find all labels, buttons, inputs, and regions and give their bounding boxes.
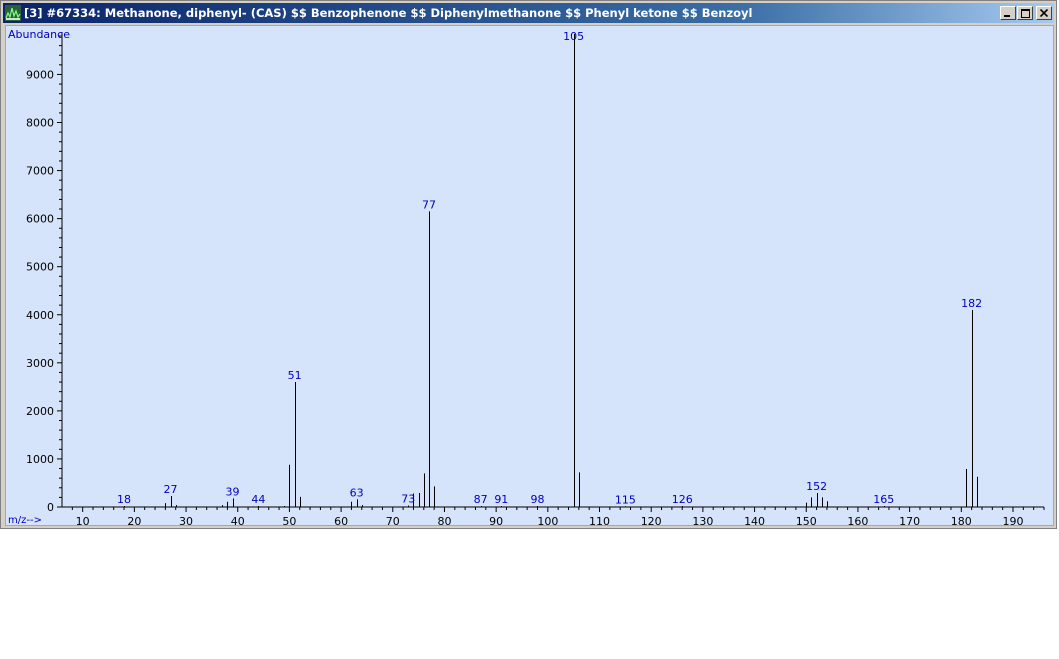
x-axis-label: m/z--> bbox=[8, 515, 42, 525]
x-tick-label: 160 bbox=[847, 515, 868, 525]
minimize-icon[interactable] bbox=[1000, 6, 1016, 20]
y-axis-label: Abundance bbox=[8, 28, 70, 41]
peak-label: 27 bbox=[164, 483, 178, 496]
x-tick-label: 10 bbox=[76, 515, 90, 525]
y-tick-label: 5000 bbox=[26, 261, 54, 274]
peak-label: 126 bbox=[672, 493, 693, 506]
x-tick-label: 170 bbox=[899, 515, 920, 525]
x-tick-label: 80 bbox=[437, 515, 451, 525]
y-tick-label: 9000 bbox=[26, 68, 54, 81]
x-tick-label: 30 bbox=[179, 515, 193, 525]
y-tick-label: 2000 bbox=[26, 405, 54, 418]
y-tick-label: 0 bbox=[47, 501, 54, 514]
peak-label: 73 bbox=[401, 493, 415, 506]
x-tick-label: 140 bbox=[744, 515, 765, 525]
x-tick-label: 60 bbox=[334, 515, 348, 525]
y-tick-label: 6000 bbox=[26, 213, 54, 226]
peak-label: 44 bbox=[251, 493, 265, 506]
peaks-layer bbox=[124, 34, 978, 507]
peak-label: 98 bbox=[530, 493, 544, 506]
peak-label: 63 bbox=[350, 486, 364, 499]
peak-label: 91 bbox=[494, 493, 508, 506]
x-tick-label: 120 bbox=[641, 515, 662, 525]
close-icon[interactable] bbox=[1036, 6, 1052, 20]
peak-label: 51 bbox=[288, 369, 302, 382]
x-tick-label: 180 bbox=[951, 515, 972, 525]
window-title: [3] #67334: Methanone, diphenyl- (CAS) $… bbox=[24, 6, 753, 20]
x-tick-label: 40 bbox=[231, 515, 245, 525]
peak-label: 105 bbox=[563, 30, 584, 43]
spectrum-app-icon[interactable] bbox=[5, 5, 21, 21]
x-tick-label: 70 bbox=[386, 515, 400, 525]
x-tick-label: 90 bbox=[489, 515, 503, 525]
x-tick-label: 150 bbox=[796, 515, 817, 525]
peak-label: 115 bbox=[615, 493, 636, 506]
peak-label: 165 bbox=[873, 493, 894, 506]
x-tick-label: 110 bbox=[589, 515, 610, 525]
peak-label: 182 bbox=[961, 297, 982, 310]
peak-label: 39 bbox=[226, 485, 240, 498]
y-tick-label: 4000 bbox=[26, 309, 54, 322]
title-bar[interactable]: [3] #67334: Methanone, diphenyl- (CAS) $… bbox=[3, 3, 1054, 23]
x-tick-label: 100 bbox=[537, 515, 558, 525]
x-tick-label: 130 bbox=[692, 515, 713, 525]
x-tick-label: 20 bbox=[127, 515, 141, 525]
spectrum-window: [3] #67334: Methanone, diphenyl- (CAS) $… bbox=[0, 0, 1057, 529]
y-tick-label: 7000 bbox=[26, 165, 54, 178]
x-tick-label: 50 bbox=[282, 515, 296, 525]
x-tick-label: 190 bbox=[1002, 515, 1023, 525]
maximize-icon[interactable] bbox=[1017, 6, 1033, 20]
plot-area[interactable]: 0 1000 2000 3000 4000 5000 6000 7000 8000 9000 10 2… bbox=[5, 25, 1054, 528]
y-tick-label: 1000 bbox=[26, 453, 54, 466]
peak-label: 18 bbox=[117, 493, 131, 506]
peak-label: 152 bbox=[806, 480, 827, 493]
peak-label: 87 bbox=[474, 493, 488, 506]
axes-layer: 0 1000 2000 3000 4000 5000 6000 7000 8000 9000 10 2… bbox=[26, 32, 1045, 528]
labels-layer: 18 27 39 44 51 63 73 77 87 91 98 105 115 126 152 165 182 bbox=[117, 30, 982, 506]
y-tick-label: 3000 bbox=[26, 357, 54, 370]
mass-spectrum-chart: 0 1000 2000 3000 4000 5000 6000 7000 8000 9000 10 2… bbox=[8, 28, 1045, 528]
y-tick-label: 8000 bbox=[26, 117, 54, 130]
peak-label: 77 bbox=[422, 198, 436, 211]
